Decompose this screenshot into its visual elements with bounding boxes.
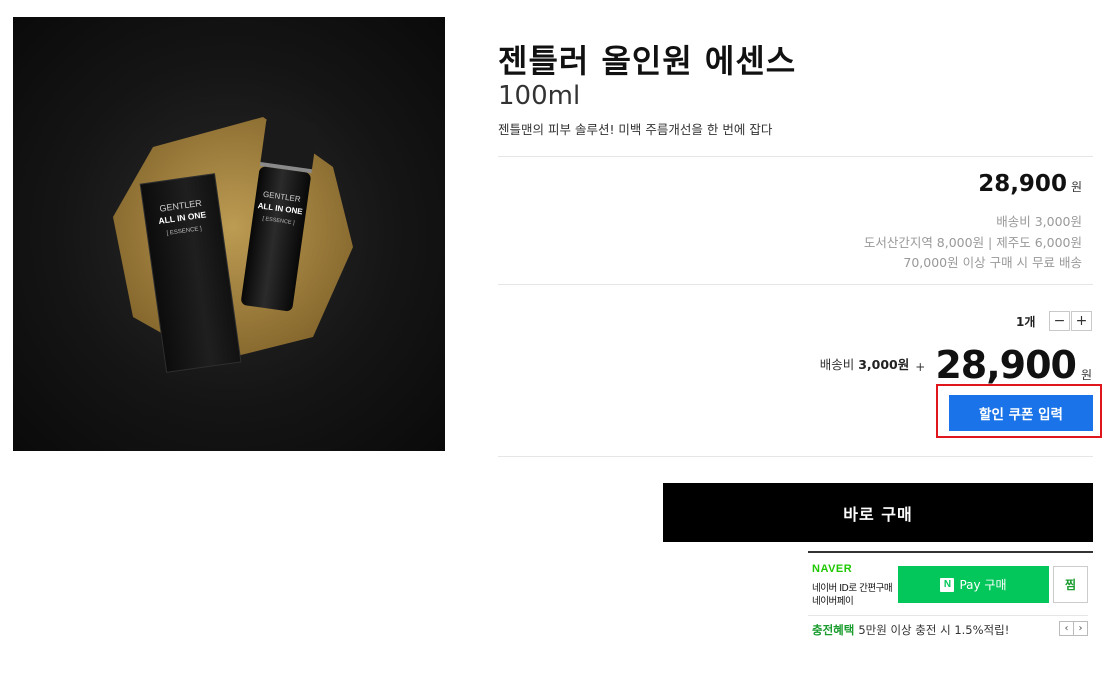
total-shipping: 배송비 3,000원 [820, 354, 910, 373]
naver-pay-button[interactable]: N Pay 구매 [898, 566, 1049, 603]
naver-pay-benefit: 충전혜택 5만원 이상 충전 시 1.5%적립! [812, 622, 1009, 638]
product-volume: 100ml [498, 81, 581, 111]
naver-zzim-button[interactable]: 찜 [1053, 566, 1088, 603]
quantity-plus-button[interactable]: + [1071, 311, 1092, 331]
naver-pay-icon: N [940, 577, 955, 592]
naver-logo: NAVER [812, 563, 853, 575]
buy-now-button[interactable]: 바로 구매 [663, 483, 1093, 542]
divider [808, 615, 1088, 616]
plus-sign: + [915, 360, 926, 374]
shipping-fee: 배송비 3,000원 [996, 214, 1082, 229]
total-price: 배송비 3,000원 + 28,900 원 [820, 343, 1092, 387]
quantity-label: 1개 [1016, 315, 1036, 329]
price-value: 28,900 [978, 171, 1067, 197]
shipping-free-condition: 70,000원 이상 구매 시 무료 배송 [903, 255, 1082, 270]
divider [498, 284, 1093, 285]
total-unit: 원 [1080, 368, 1092, 382]
chevron-right-icon[interactable]: › [1073, 621, 1088, 636]
product-title: 젠틀러 올인원 에센스 [498, 42, 797, 80]
price-unit: 원 [1070, 180, 1082, 194]
naver-pay-subtitle-1: 네이버 ID로 간편구매 [812, 583, 893, 594]
product-description: 젠틀맨의 피부 솔루션! 미백 주름개선을 한 번에 잡다 [498, 122, 773, 137]
divider [498, 456, 1093, 457]
benefit-text: 5만원 이상 충전 시 1.5%적립! [858, 623, 1010, 637]
divider [498, 156, 1093, 157]
total-value: 28,900 [935, 343, 1077, 387]
product-image: GENTLER ALL IN ONE [ ESSENCE ] GENTLER A… [13, 17, 445, 451]
quantity-minus-button[interactable]: − [1049, 311, 1070, 331]
price: 28,900 원 [978, 171, 1082, 197]
naver-pay-subtitle-2: 네이버페이 [812, 596, 854, 607]
naver-pay-widget: NAVER 네이버 ID로 간편구매 네이버페이 N Pay 구매 찜 충전혜택… [808, 551, 1093, 641]
naver-pay-label: Pay 구매 [959, 578, 1007, 592]
total-shipping-label: 배송비 [819, 357, 859, 372]
coupon-button[interactable]: 할인 쿠폰 입력 [949, 395, 1093, 431]
total-shipping-amount: 3,000원 [858, 357, 910, 372]
benefit-label: 충전혜택 [812, 623, 855, 637]
chevron-left-icon[interactable]: ‹ [1059, 621, 1074, 636]
shipping-regional: 도서산간지역 8,000원 | 제주도 6,000원 [863, 235, 1082, 250]
